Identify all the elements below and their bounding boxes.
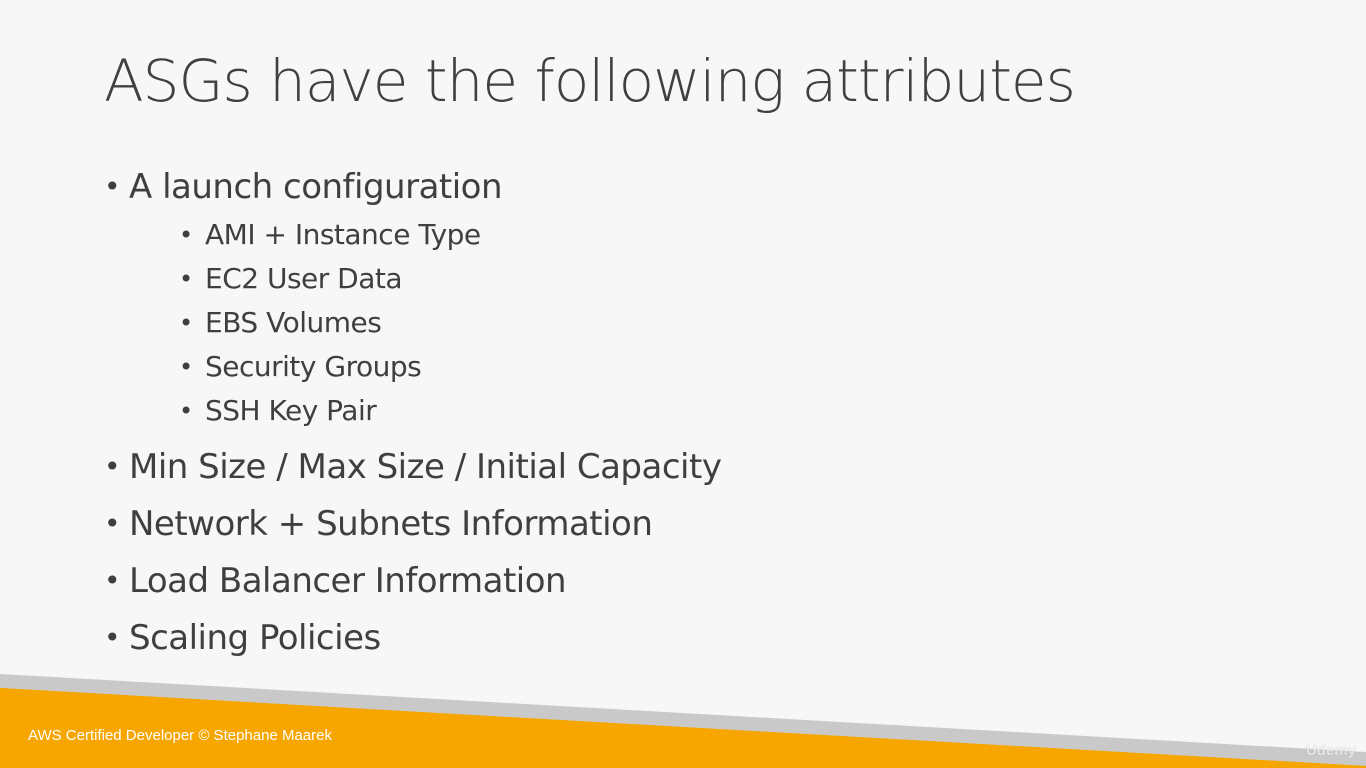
footer-band [0,674,1366,768]
footer-copyright: AWS Certified Developer © Stephane Maare… [28,727,332,744]
slide: ASGs have the following attributes A lau… [0,0,1366,768]
udemy-watermark: Udemy [1305,742,1356,759]
